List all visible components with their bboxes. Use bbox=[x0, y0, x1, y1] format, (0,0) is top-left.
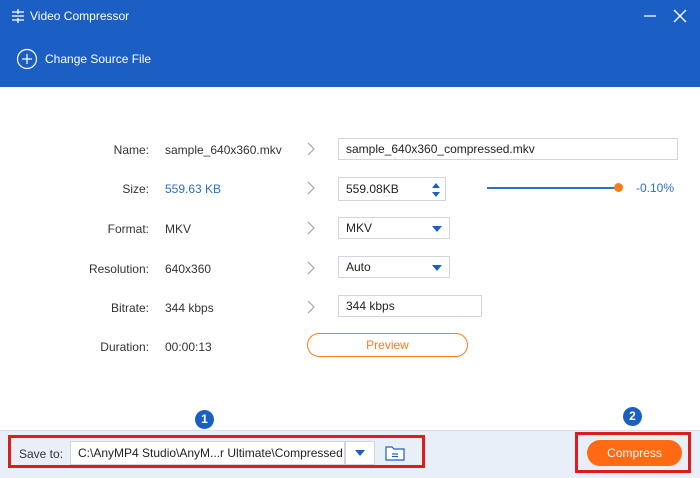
caret-down-icon bbox=[432, 226, 442, 232]
source-name-value: sample_640x360.mkv bbox=[165, 143, 282, 157]
close-button[interactable] bbox=[670, 6, 690, 26]
bitrate-label: Bitrate: bbox=[110, 301, 149, 315]
source-format-value: MKV bbox=[165, 222, 192, 236]
preview-button[interactable]: Preview bbox=[307, 333, 468, 357]
size-slider-handle[interactable] bbox=[614, 183, 623, 192]
title-bar: Video Compressor bbox=[0, 0, 700, 32]
chevron-right-icon bbox=[307, 221, 315, 235]
stepper-arrows-icon[interactable] bbox=[431, 180, 441, 200]
duration-label: Duration: bbox=[100, 340, 149, 354]
chevron-right-icon bbox=[307, 300, 315, 314]
size-label: Size: bbox=[122, 182, 149, 196]
resolution-select[interactable]: Auto bbox=[338, 256, 450, 278]
chevron-right-icon bbox=[307, 261, 315, 275]
resolution-label: Resolution: bbox=[88, 262, 149, 276]
window-title: Video Compressor bbox=[30, 9, 130, 23]
change-source-file-button[interactable]: Change Source File bbox=[16, 47, 151, 71]
source-bar: Change Source File bbox=[0, 32, 700, 87]
minimize-button[interactable] bbox=[640, 6, 660, 26]
caret-down-icon bbox=[355, 450, 365, 456]
save-path-field[interactable]: C:\AnyMP4 Studio\AnyM...r Ultimate\Compr… bbox=[70, 441, 345, 465]
save-to-label: Save to: bbox=[19, 447, 64, 461]
compress-button[interactable]: Compress bbox=[587, 440, 682, 466]
chevron-right-icon bbox=[307, 181, 315, 195]
size-slider-track[interactable] bbox=[487, 187, 619, 189]
format-selected-value: MKV bbox=[346, 221, 373, 235]
change-source-file-label: Change Source File bbox=[45, 52, 152, 66]
size-stepper-value: 559.08KB bbox=[346, 182, 399, 196]
step-marker-1: 1 bbox=[195, 410, 214, 429]
source-size-value: 559.63 KB bbox=[165, 182, 222, 196]
save-path-dropdown[interactable] bbox=[345, 441, 375, 465]
format-select[interactable]: MKV bbox=[338, 217, 450, 239]
open-folder-icon[interactable] bbox=[384, 443, 406, 463]
step-marker-2: 2 bbox=[623, 407, 642, 426]
name-label: Name: bbox=[113, 143, 149, 157]
source-resolution-value: 640x360 bbox=[165, 262, 212, 276]
chevron-right-icon bbox=[307, 142, 315, 156]
source-bitrate-value: 344 kbps bbox=[165, 301, 214, 315]
format-label: Format: bbox=[107, 222, 149, 236]
output-name-input[interactable]: sample_640x360_compressed.mkv bbox=[338, 138, 678, 160]
resolution-selected-value: Auto bbox=[346, 260, 371, 274]
bitrate-input[interactable]: 344 kbps bbox=[338, 295, 482, 317]
size-stepper[interactable]: 559.08KB bbox=[338, 177, 446, 201]
caret-down-icon bbox=[432, 265, 442, 271]
size-percent-value: -0.10% bbox=[636, 181, 675, 195]
plus-circle-icon bbox=[16, 48, 38, 70]
duration-value: 00:00:13 bbox=[165, 340, 212, 354]
compress-sliders-icon bbox=[12, 9, 24, 23]
